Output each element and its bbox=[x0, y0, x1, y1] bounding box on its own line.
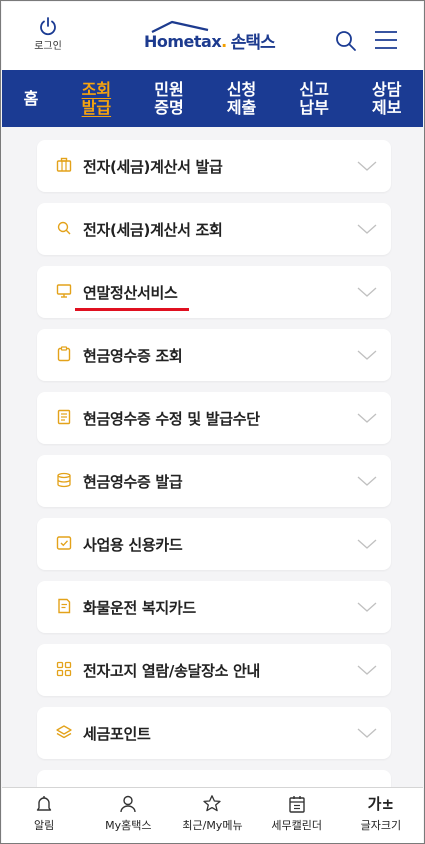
chevron-down-icon bbox=[357, 665, 377, 675]
chevron-down-icon bbox=[357, 350, 377, 360]
bottom-my-hometax-label: My홈택스 bbox=[105, 819, 152, 832]
briefcase-icon bbox=[56, 157, 72, 172]
chevron-down-icon bbox=[357, 539, 377, 549]
bottom-alarm-label: 알림 bbox=[33, 819, 55, 832]
power-icon bbox=[40, 17, 56, 36]
card-icon bbox=[58, 598, 71, 614]
menu-item-label: 전자고지 열람/송달장소 안내 bbox=[83, 662, 261, 680]
bottom-font-size-label: 글자크기 bbox=[360, 819, 402, 832]
search-icon bbox=[336, 31, 356, 51]
menu-item-label: 현금영수증 조회 bbox=[83, 347, 183, 365]
tab-home[interactable]: 홈 bbox=[2, 70, 60, 127]
app-frame: 로그인 Hometax. 손택스 홈 조회 발급 민원 증명 신청 제출 신고 … bbox=[0, 0, 425, 844]
menu-item-e-invoice-issue[interactable]: 전자(세금)계산서 발급 bbox=[37, 140, 391, 192]
layers-icon bbox=[56, 725, 72, 739]
database-icon bbox=[57, 472, 71, 488]
main-nav: 홈 조회 발급 민원 증명 신청 제출 신고 납부 상담 제보 bbox=[2, 70, 423, 127]
bottom-tab-bar: 알림 My홈택스 최근/My메뉴 세무캘린더 가± 글자크기 bbox=[2, 787, 423, 843]
tab-report-payment[interactable]: 신고 납부 bbox=[278, 70, 351, 127]
menu-item-label: 현금영수증 수정 및 발급수단 bbox=[83, 410, 260, 428]
bottom-my-hometax-button[interactable]: My홈택스 bbox=[88, 788, 168, 843]
menu-item-label: 세금포인트 bbox=[83, 725, 151, 743]
chevron-down-icon bbox=[357, 476, 377, 486]
menu-item-label: 전자(세금)계산서 발급 bbox=[83, 158, 223, 176]
bottom-recent-label: 최근/My메뉴 bbox=[182, 819, 243, 832]
bell-icon bbox=[36, 796, 52, 811]
menu-item-cash-receipt-issue[interactable]: 현금영수증 발급 bbox=[37, 455, 391, 507]
roof-icon bbox=[151, 20, 209, 33]
chevron-down-icon bbox=[357, 161, 377, 171]
hamburger-icon bbox=[375, 31, 397, 49]
menu-button[interactable] bbox=[374, 30, 398, 54]
highlight-underline bbox=[75, 308, 189, 311]
font-size-icon: 가± bbox=[367, 795, 395, 813]
bottom-font-size-button[interactable]: 가± 글자크기 bbox=[341, 788, 421, 843]
menu-item-year-end-settlement[interactable]: 연말정산서비스 bbox=[37, 266, 391, 318]
menu-item-e-invoice-inquiry[interactable]: 전자(세금)계산서 조회 bbox=[37, 203, 391, 255]
menu-item-label: 사업용 신용카드 bbox=[83, 536, 183, 554]
grid-icon bbox=[56, 661, 72, 677]
tab-application-submit[interactable]: 신청 제출 bbox=[205, 70, 278, 127]
chevron-down-icon bbox=[357, 224, 377, 234]
bottom-calendar-label: 세무캘린더 bbox=[271, 819, 322, 832]
chevron-down-icon bbox=[357, 602, 377, 612]
search-icon bbox=[57, 221, 71, 235]
logo-tax: tax bbox=[193, 31, 222, 51]
login-label: 로그인 bbox=[34, 41, 62, 52]
menu-item-freight-welfare-card[interactable]: 화물운전 복지카드 bbox=[37, 581, 391, 633]
tab-inquiry-issue[interactable]: 조회 발급 bbox=[60, 70, 133, 127]
chevron-down-icon bbox=[357, 413, 377, 423]
login-button[interactable]: 로그인 bbox=[28, 16, 68, 52]
menu-item-label: 현금영수증 발급 bbox=[83, 473, 183, 491]
menu-item-label: 화물운전 복지카드 bbox=[83, 599, 196, 617]
tab-civil-certificate[interactable]: 민원 증명 bbox=[133, 70, 206, 127]
bottom-alarm-button[interactable]: 알림 bbox=[4, 788, 84, 843]
checkbox-icon bbox=[56, 536, 72, 550]
top-header: 로그인 Hometax. 손택스 bbox=[2, 2, 423, 70]
document-icon bbox=[57, 409, 71, 425]
star-icon bbox=[203, 795, 222, 812]
logo-name: 손택스 bbox=[230, 32, 276, 53]
search-button[interactable] bbox=[335, 30, 357, 56]
monitor-icon bbox=[56, 284, 72, 298]
user-icon bbox=[120, 795, 136, 813]
bottom-calendar-button[interactable]: 세무캘린더 bbox=[257, 788, 337, 843]
tab-consult-report[interactable]: 상담 제보 bbox=[350, 70, 423, 127]
bottom-recent-button[interactable]: 최근/My메뉴 bbox=[172, 788, 252, 843]
menu-item-cash-receipt-modify[interactable]: 현금영수증 수정 및 발급수단 bbox=[37, 392, 391, 444]
clipboard-icon bbox=[57, 346, 71, 362]
menu-list: 전자(세금)계산서 발급 전자(세금)계산서 조회 연말정산서비스 현금영수증 … bbox=[37, 140, 391, 811]
menu-item-e-notice[interactable]: 전자고지 열람/송달장소 안내 bbox=[37, 644, 391, 696]
menu-item-cash-receipt-inquiry[interactable]: 현금영수증 조회 bbox=[37, 329, 391, 381]
chevron-down-icon bbox=[357, 728, 377, 738]
menu-item-tax-points[interactable]: 세금포인트 bbox=[37, 707, 391, 759]
menu-item-label: 전자(세금)계산서 조회 bbox=[83, 221, 223, 239]
menu-item-label: 연말정산서비스 bbox=[83, 284, 178, 302]
hometax-logo[interactable]: Hometax. 손택스 bbox=[144, 20, 276, 54]
logo-dot: . bbox=[221, 31, 227, 51]
chevron-down-icon bbox=[357, 287, 377, 297]
calendar-icon bbox=[288, 796, 305, 813]
logo-home: Home bbox=[144, 31, 194, 51]
menu-item-business-credit-card[interactable]: 사업용 신용카드 bbox=[37, 518, 391, 570]
